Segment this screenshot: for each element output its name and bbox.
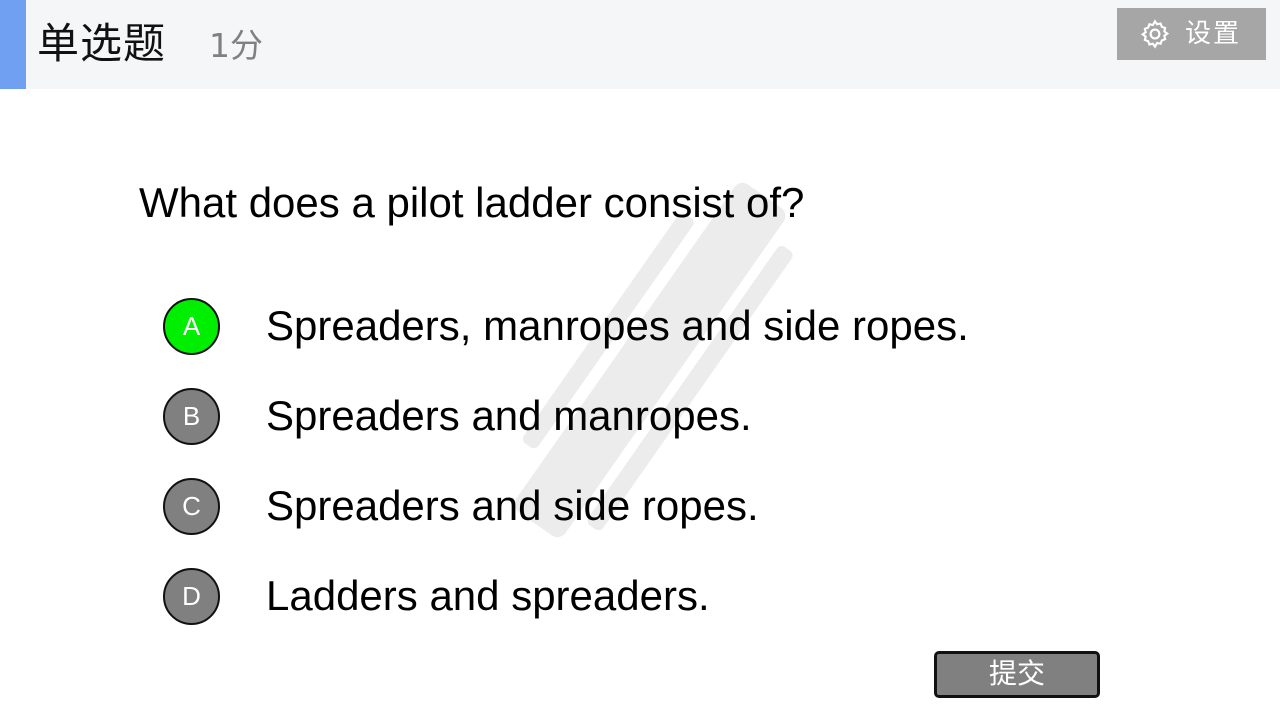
option-letter-badge[interactable]: D [163, 568, 220, 625]
option-text: Spreaders and manropes. [266, 392, 752, 439]
question-type-label: 单选题 [37, 19, 167, 68]
accent-bar [0, 0, 26, 89]
settings-button[interactable]: 设置 [1117, 8, 1266, 60]
gear-icon [1140, 19, 1170, 49]
option-text: Ladders and spreaders. [266, 572, 710, 619]
option-letter-badge[interactable]: C [163, 478, 220, 535]
settings-label: 设置 [1185, 19, 1242, 49]
answer-option-c[interactable]: C Spreaders and side ropes. [163, 478, 1043, 536]
question-text: What does a pilot ladder consist of? [139, 179, 805, 226]
header-bar: 单选题 1分 设置 [0, 0, 1280, 89]
score-label: 1分 [209, 26, 263, 65]
answer-option-a[interactable]: A Spreaders, manropes and side ropes. [163, 298, 1043, 356]
option-letter-badge[interactable]: B [163, 388, 220, 445]
answer-option-b[interactable]: B Spreaders and manropes. [163, 388, 1043, 446]
option-letter-badge[interactable]: A [163, 298, 220, 355]
option-text: Spreaders and side ropes. [266, 482, 759, 529]
option-text: Spreaders, manropes and side ropes. [266, 302, 969, 349]
answer-option-d[interactable]: D Ladders and spreaders. [163, 568, 1043, 626]
submit-button[interactable]: 提交 [934, 651, 1100, 698]
